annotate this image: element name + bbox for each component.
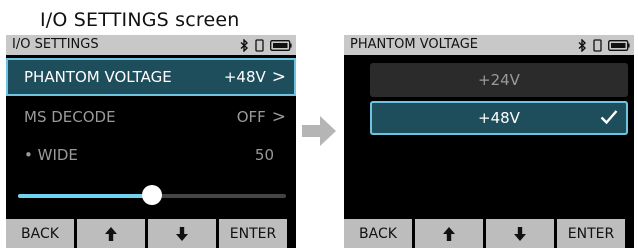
button-bar: BACK ENTER (344, 219, 634, 248)
menu-item-label: PHANTOM VOLTAGE (24, 68, 172, 86)
caption: I/O SETTINGS screen (40, 9, 240, 31)
menu-item-value: OFF (236, 108, 266, 126)
up-button[interactable] (77, 219, 145, 248)
sd-card-icon (593, 38, 602, 52)
back-button[interactable]: BACK (344, 219, 412, 248)
title-bar: I/O SETTINGS (6, 35, 296, 55)
title-bar: PHANTOM VOLTAGE (344, 35, 634, 55)
option-label: +48V (478, 109, 520, 127)
down-arrow-icon (176, 226, 188, 241)
option-24v[interactable]: +24V (370, 63, 628, 97)
down-button[interactable] (148, 219, 216, 248)
back-button[interactable]: BACK (6, 219, 74, 248)
option-48v[interactable]: +48V (370, 101, 628, 135)
right-arrow-icon (302, 116, 336, 146)
wide-slider[interactable] (18, 185, 286, 205)
status-icons (578, 35, 630, 55)
slider-knob[interactable] (142, 185, 162, 205)
up-arrow-icon (105, 226, 117, 241)
phantom-voltage-screen: PHANTOM VOLTAGE +24V +48V BACK ENTER (344, 35, 634, 248)
menu-item-value: 50 (254, 146, 274, 164)
screen-title: I/O SETTINGS (12, 37, 99, 52)
checkmark-icon (600, 110, 618, 125)
slider-fill (18, 194, 152, 198)
menu-item-label: MS DECODE (24, 108, 116, 126)
up-arrow-icon (443, 226, 455, 241)
menu-item-ms-decode[interactable]: MS DECODE OFF > (6, 98, 296, 136)
down-button[interactable] (486, 219, 554, 248)
battery-icon (270, 39, 292, 51)
bluetooth-icon (240, 38, 249, 52)
down-arrow-icon (514, 226, 526, 241)
menu-item-value: +48V (223, 68, 266, 86)
chevron-right-icon: > (271, 107, 286, 127)
sd-card-icon (255, 38, 264, 52)
bluetooth-icon (578, 38, 587, 52)
menu-item-wide[interactable]: • WIDE 50 (6, 136, 296, 174)
battery-icon (608, 39, 630, 51)
enter-button[interactable]: ENTER (219, 219, 287, 248)
up-button[interactable] (415, 219, 483, 248)
enter-button[interactable]: ENTER (557, 219, 625, 248)
menu-item-label: • WIDE (24, 146, 78, 164)
button-bar: BACK ENTER (6, 219, 296, 248)
menu-item-phantom-voltage[interactable]: PHANTOM VOLTAGE +48V > (6, 58, 296, 96)
screen-title: PHANTOM VOLTAGE (350, 37, 478, 52)
io-settings-screen: I/O SETTINGS PHANTOM VOLTAGE +48V > MS D… (6, 35, 296, 248)
status-icons (240, 35, 292, 55)
chevron-right-icon: > (271, 67, 286, 87)
